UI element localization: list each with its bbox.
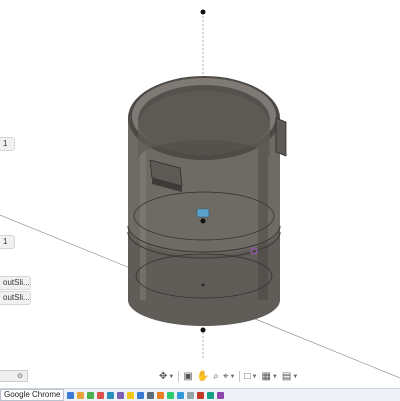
taskbar: Google Chrome bbox=[0, 388, 400, 401]
chevron-down-icon[interactable]: ▼ bbox=[292, 374, 298, 380]
canvas-viewport[interactable] bbox=[0, 0, 400, 388]
browser-item-4-label: outSli... bbox=[3, 293, 30, 302]
taskbar-app-icon[interactable] bbox=[147, 391, 155, 399]
taskbar-app-icon[interactable] bbox=[87, 391, 95, 399]
toolbar-divider bbox=[178, 371, 180, 382]
taskbar-chrome-button[interactable]: Google Chrome bbox=[0, 389, 65, 401]
taskbar-app-icon[interactable] bbox=[107, 391, 115, 399]
viewports-icon: ▤ bbox=[281, 371, 292, 382]
browser-item-2-label: 1 bbox=[3, 237, 8, 246]
browser-item-3-label: outSli... bbox=[3, 278, 30, 287]
sketch-center-marker[interactable] bbox=[196, 208, 210, 218]
display-settings-icon: □ bbox=[244, 371, 251, 382]
browser-item-1[interactable]: 1 bbox=[0, 137, 15, 151]
pan-icon: ✋ bbox=[196, 371, 210, 382]
axis-bottom-point[interactable] bbox=[200, 327, 206, 333]
grid-settings-button[interactable]: ▦ ▼ bbox=[260, 370, 278, 384]
taskbar-app-icon[interactable] bbox=[177, 391, 185, 399]
display-settings-button[interactable]: □ ▼ bbox=[243, 370, 258, 384]
taskbar-app-icon[interactable] bbox=[207, 391, 215, 399]
look-at-button[interactable]: ▣ bbox=[182, 370, 193, 384]
taskbar-app-icon[interactable] bbox=[127, 391, 135, 399]
chevron-down-icon[interactable]: ▼ bbox=[252, 374, 258, 380]
browser-item-3[interactable]: outSli... bbox=[0, 276, 31, 290]
chevron-down-icon[interactable]: ▼ bbox=[230, 374, 236, 380]
orbit-icon: ✥ bbox=[159, 371, 168, 382]
taskbar-app-icon[interactable] bbox=[217, 391, 225, 399]
axis-top-point[interactable] bbox=[200, 9, 206, 15]
comments-icon: ⊙ bbox=[17, 373, 23, 380]
taskbar-app-icon[interactable] bbox=[197, 391, 205, 399]
toolbar-divider bbox=[239, 371, 241, 382]
center-point[interactable] bbox=[200, 218, 206, 224]
taskbar-chrome-label: Google Chrome bbox=[4, 390, 61, 399]
browser-item-2[interactable]: 1 bbox=[0, 235, 15, 249]
comments-button[interactable]: ⊙ bbox=[0, 370, 28, 382]
orbit-button[interactable]: ✥ ▼ bbox=[158, 370, 175, 384]
chevron-down-icon[interactable]: ▼ bbox=[168, 374, 174, 380]
taskbar-folder-icon[interactable] bbox=[77, 391, 85, 399]
taskbar-app-icon[interactable] bbox=[167, 391, 175, 399]
pan-button[interactable]: ✋ bbox=[196, 370, 210, 384]
taskbar-app-icon[interactable] bbox=[187, 391, 195, 399]
browser-item-4[interactable]: outSli... bbox=[0, 291, 31, 305]
browser-item-1-label: 1 bbox=[3, 139, 8, 148]
viewports-button[interactable]: ▤ ▼ bbox=[281, 370, 299, 384]
grid-settings-icon: ▦ bbox=[261, 371, 271, 382]
zoom-icon: ⌕ bbox=[213, 371, 219, 382]
chevron-down-icon[interactable]: ▼ bbox=[272, 374, 278, 380]
taskbar-app-icon[interactable] bbox=[97, 391, 105, 399]
navigation-toolbar: ✥ ▼ ▣ ✋ ⌕ ⌖ ▼ □ ▼ ▦ ▼ ▤ ▼ bbox=[158, 369, 299, 384]
taskbar-app-icon[interactable] bbox=[157, 391, 165, 399]
fit-icon: ⌖ bbox=[222, 371, 229, 382]
taskbar-app-icon[interactable] bbox=[137, 391, 145, 399]
bottom-center-mark bbox=[201, 283, 205, 287]
zoom-button[interactable]: ⌕ bbox=[212, 370, 220, 384]
right-lug[interactable] bbox=[275, 117, 287, 157]
model-view[interactable] bbox=[0, 0, 400, 388]
taskbar-app-icon[interactable] bbox=[117, 391, 125, 399]
taskbar-app-icon[interactable] bbox=[67, 391, 75, 399]
fit-button[interactable]: ⌖ ▼ bbox=[222, 370, 237, 384]
look-at-icon: ▣ bbox=[183, 371, 193, 382]
